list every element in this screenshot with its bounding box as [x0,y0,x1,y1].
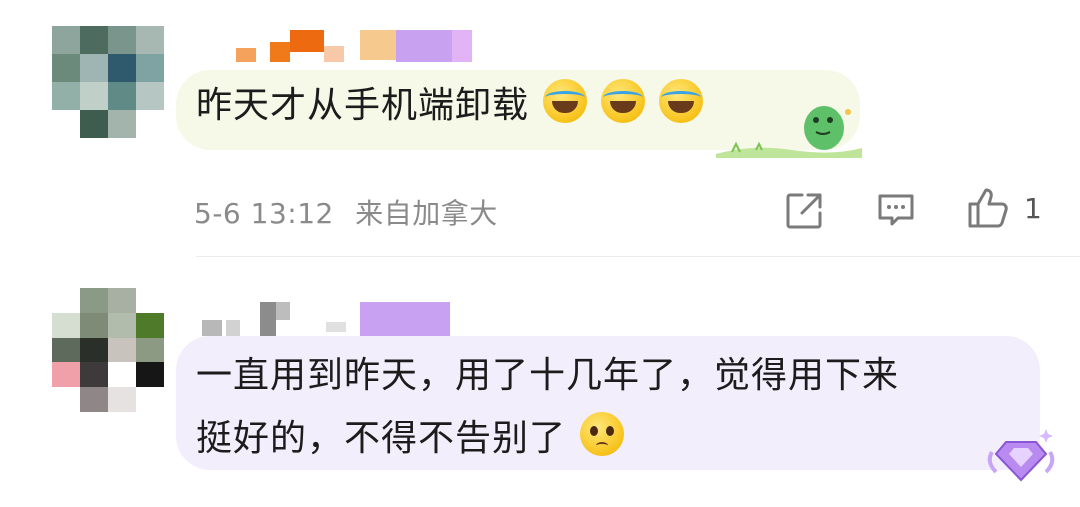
comment-icon[interactable] [876,190,916,230]
laugh-cry-emoji [601,79,646,123]
comment-meta: 5-6 13:12 来自加拿大 [194,192,498,232]
comment-text: 挺好的，不得不告别了 [196,418,567,459]
diamond-badge-icon [987,429,1055,482]
comment-text-line: 昨天才从手机端卸载 [196,74,704,137]
username-blurred[interactable] [202,302,450,338]
timestamp: 5-6 13:12 [194,197,334,230]
location: 来自加拿大 [355,197,498,230]
comment-text-line-1: 一直用到昨天，用了十几年了，觉得用下来 [196,355,900,396]
username-blurred[interactable] [236,30,472,64]
share-icon[interactable] [784,191,824,231]
laugh-cry-emoji [659,79,704,123]
comment-text: 昨天才从手机端卸载 [196,85,530,126]
comment-text-line-2: 挺好的，不得不告别了 [196,407,625,470]
dinosaur-sticker-icon [716,106,862,158]
avatar[interactable] [52,288,164,412]
avatar[interactable] [52,26,164,138]
like-icon[interactable] [966,186,1010,230]
pleading-emoji [580,412,625,456]
divider [196,256,1080,257]
like-count: 1 [1024,192,1042,225]
laugh-cry-emoji [543,79,588,123]
